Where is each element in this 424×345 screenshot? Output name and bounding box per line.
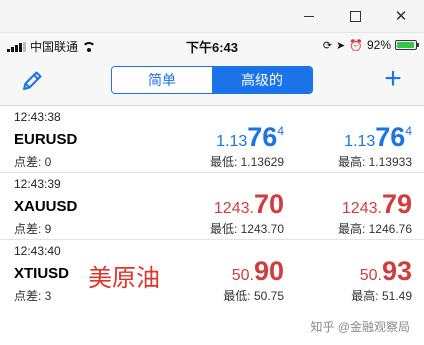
mode-segmented-control: 简单 高级的	[111, 66, 313, 94]
watermark-text: 知乎 @金融观察局	[310, 320, 410, 334]
bid-price-fraction: 4	[277, 124, 284, 138]
bid-price-prefix: 1.13	[216, 133, 248, 150]
bid-price-prefix: 50.	[231, 267, 254, 284]
quote-time: 12:43:39	[14, 177, 61, 191]
quote-high: 最高: 1.13933	[337, 155, 412, 169]
quote-time: 12:43:40	[14, 244, 61, 258]
plus-icon: +	[384, 62, 402, 95]
ask-price-fraction: 4	[405, 124, 412, 138]
bid-price-pips: 70	[253, 189, 284, 219]
quotes-list: 12:43:38 EURUSD 点差: 0 1.13764 1.13764 最低…	[0, 106, 424, 307]
bid-price[interactable]: 1.13764	[216, 122, 284, 152]
ask-price-pips: 76	[375, 122, 406, 152]
quote-low: 最低: 50.75	[223, 289, 284, 303]
screen-lock-icon: ⟳	[322, 39, 333, 52]
bid-price[interactable]: 1243.70	[214, 189, 284, 219]
ask-price[interactable]: 1243.79	[342, 189, 412, 219]
alarm-icon: ⏰	[349, 39, 363, 52]
location-icon: ➤	[336, 39, 346, 52]
quote-low: 最低: 1243.70	[209, 222, 284, 236]
quote-symbol: XAUUSD	[14, 198, 78, 215]
ask-price-pips: 93	[381, 256, 412, 286]
watermark: 知乎 @金融观察局	[310, 318, 410, 335]
add-symbol-button[interactable]: +	[380, 64, 406, 94]
ask-price-pips: 79	[381, 189, 412, 219]
quote-time: 12:43:38	[14, 110, 61, 124]
quote-spread: 点差: 0	[14, 155, 52, 169]
pencil-icon	[23, 71, 42, 90]
ask-price[interactable]: 1.13764	[344, 122, 412, 152]
window-title-bar: ✕	[0, 0, 424, 33]
battery-percent: 92%	[366, 38, 391, 52]
bid-price-prefix: 1243.	[213, 200, 254, 217]
quote-low: 最低: 1.13629	[209, 155, 284, 169]
status-bar: 中国联通 下午6:43 ⟳ ➤ ⏰ 92%	[0, 33, 424, 57]
status-right: ⟳ ➤ ⏰ 92%	[322, 38, 419, 52]
segment-simple[interactable]: 简单	[112, 67, 212, 93]
bid-price[interactable]: 50.90	[232, 256, 284, 286]
bid-price-pips: 76	[247, 122, 278, 152]
maximize-icon	[349, 10, 361, 22]
bid-price-pips: 90	[253, 256, 284, 286]
minimize-icon	[304, 15, 314, 17]
ask-price-prefix: 1.13	[344, 133, 376, 150]
quote-spread: 点差: 9	[14, 222, 52, 236]
close-button[interactable]: ✕	[378, 0, 424, 32]
ask-price-prefix: 50.	[359, 267, 382, 284]
battery-icon	[395, 40, 419, 50]
quote-high: 最高: 51.49	[351, 289, 412, 303]
quote-row-xtiusd[interactable]: 12:43:40 XTIUSD 点差: 3 50.90 50.93 最低: 50…	[0, 240, 424, 307]
segment-advanced[interactable]: 高级的	[212, 67, 312, 93]
quote-row-xauusd[interactable]: 12:43:39 XAUUSD 点差: 9 1243.70 1243.79 最低…	[0, 173, 424, 240]
quote-symbol: EURUSD	[14, 131, 78, 148]
ask-price[interactable]: 50.93	[360, 256, 412, 286]
app-toolbar: 简单 高级的 +	[0, 57, 424, 106]
ask-price-prefix: 1243.	[341, 200, 382, 217]
close-icon: ✕	[394, 7, 408, 25]
quote-high: 最高: 1246.76	[337, 222, 412, 236]
quote-row-eurusd[interactable]: 12:43:38 EURUSD 点差: 0 1.13764 1.13764 最低…	[0, 106, 424, 173]
maximize-button[interactable]	[332, 0, 378, 32]
quote-spread: 点差: 3	[14, 289, 52, 303]
annotation-label: 美原油	[88, 264, 160, 292]
edit-button[interactable]	[18, 67, 46, 95]
quote-symbol: XTIUSD	[14, 265, 70, 282]
minimize-button[interactable]	[286, 0, 332, 32]
